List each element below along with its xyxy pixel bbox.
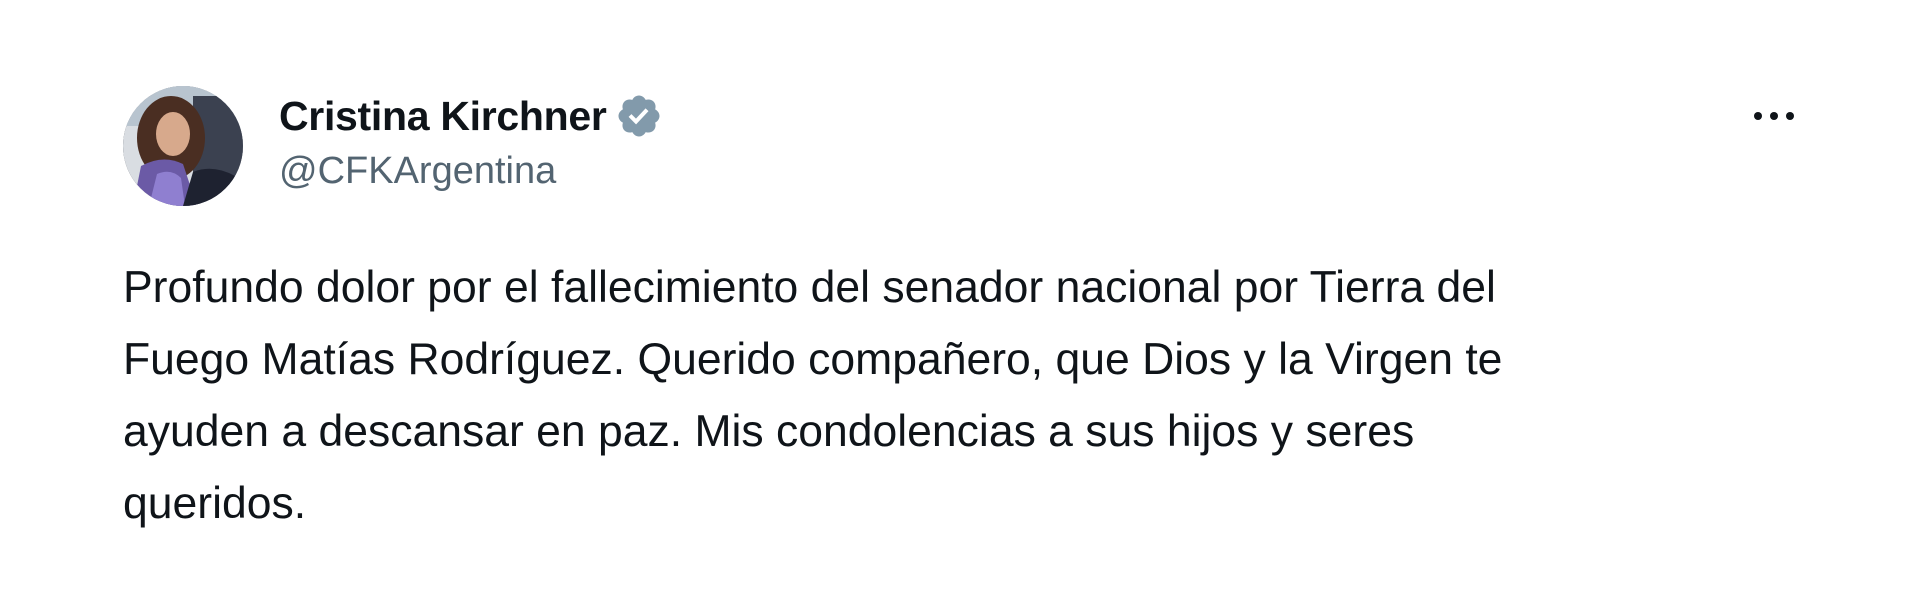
more-options-button[interactable]: [1742, 96, 1806, 136]
avatar[interactable]: [123, 86, 243, 206]
author-name-row: Cristina Kirchner: [279, 88, 663, 144]
verified-badge-icon[interactable]: [615, 92, 663, 140]
tweet-text-line: Fuego Matías Rodríguez. Querido compañer…: [123, 335, 1503, 384]
author-display-name[interactable]: Cristina Kirchner: [279, 93, 607, 140]
tweet-text-line: queridos.: [123, 479, 307, 528]
tweet-text-line: ayuden a descansar en paz. Mis condolenc…: [123, 407, 1415, 456]
avatar-photo: [123, 86, 243, 206]
tweet-text: Profundo dolor por el fallecimiento del …: [123, 252, 1823, 540]
tweet-text-line: Profundo dolor por el fallecimiento del …: [123, 263, 1496, 312]
more-options-icon: [1754, 112, 1794, 120]
author-handle[interactable]: @CFKArgentina: [279, 150, 556, 193]
tweet-card: Cristina Kirchner @CFKArgentina Profundo…: [0, 0, 1920, 601]
